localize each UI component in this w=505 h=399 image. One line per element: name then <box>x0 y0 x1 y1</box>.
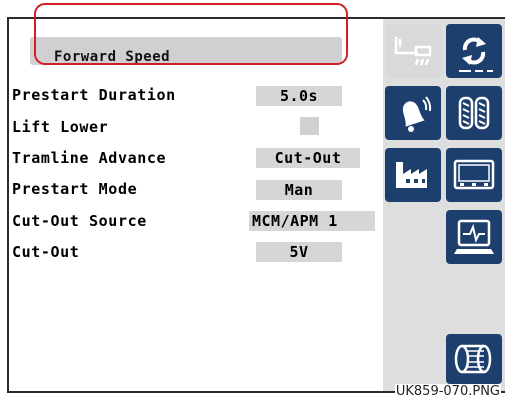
diagnostics-monitor-icon <box>454 219 494 254</box>
cut-out-source-label: Cut-Out Source <box>12 212 147 230</box>
diagnostics-button[interactable] <box>446 210 502 264</box>
image-caption: UK859-070.PNG <box>394 384 501 399</box>
settings-panel <box>9 19 383 391</box>
display-button[interactable] <box>446 148 502 202</box>
display-monitor-icon <box>453 159 495 190</box>
alarm-bell-icon <box>402 96 432 132</box>
factory-button[interactable] <box>385 148 441 202</box>
lift-lower-checkbox[interactable] <box>300 117 319 135</box>
tramline-icon <box>458 96 490 130</box>
seeder-icon <box>394 37 432 66</box>
tramline-button[interactable] <box>446 86 502 140</box>
refresh-icon <box>459 37 493 72</box>
lift-lower-label: Lift Lower <box>12 118 109 136</box>
cut-out-source-value[interactable]: MCM/APM 1 <box>249 211 375 231</box>
cut-out-value[interactable]: 5V <box>256 242 342 262</box>
tramline-advance-label: Tramline Advance <box>12 149 167 167</box>
highlight-outline <box>34 3 348 65</box>
refresh-button[interactable] <box>446 24 502 78</box>
metering-roller-button[interactable] <box>446 334 502 384</box>
cut-out-label: Cut-Out <box>12 243 80 261</box>
seeder-button[interactable] <box>385 24 441 78</box>
prestart-duration-value[interactable]: 5.0s <box>256 86 342 106</box>
prestart-mode-value[interactable]: Man <box>256 180 342 200</box>
tramline-advance-value[interactable]: Cut-Out <box>256 148 360 168</box>
metering-roller-icon <box>454 344 492 374</box>
alarm-button[interactable] <box>385 86 441 140</box>
prestart-duration-label: Prestart Duration <box>12 86 176 104</box>
prestart-mode-label: Prestart Mode <box>12 180 138 198</box>
factory-icon <box>396 162 427 188</box>
